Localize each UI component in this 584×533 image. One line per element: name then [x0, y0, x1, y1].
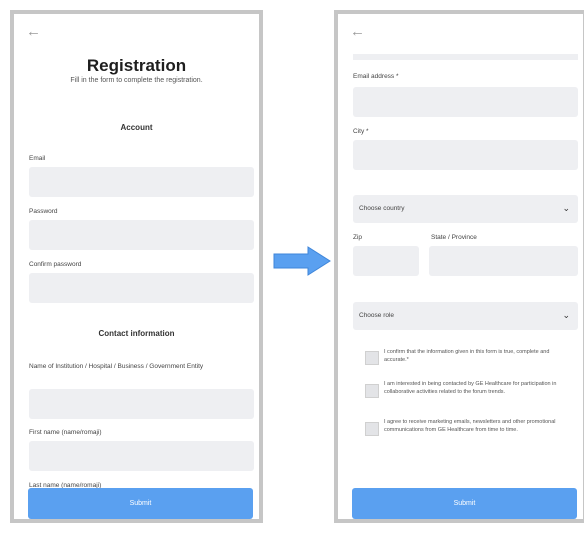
email-address-label: Email address * [353, 73, 399, 80]
submit-button[interactable]: Submit [28, 488, 253, 519]
state-label: State / Province [431, 234, 477, 241]
confirm-info-checkbox[interactable] [365, 351, 379, 365]
chevron-down-icon: ⌄ [562, 203, 570, 213]
email-label: Email [29, 155, 46, 162]
institution-label: Name of Institution / Hospital / Busines… [29, 363, 204, 370]
role-select[interactable]: Choose role ⌄ [353, 302, 578, 330]
page-subtitle: Fill in the form to complete the registr… [70, 77, 203, 84]
contact-consent-text: I am interested in being contacted by GE… [384, 381, 557, 395]
zip-field[interactable] [353, 246, 419, 276]
state-field[interactable] [429, 246, 578, 276]
confirm-password-field[interactable] [29, 273, 254, 303]
password-label: Password [29, 208, 58, 215]
contact-consent-checkbox[interactable] [365, 384, 379, 398]
marketing-consent-text: I agree to receive marketing emails, new… [384, 419, 556, 433]
city-label: City * [353, 128, 369, 135]
marketing-consent-checkbox[interactable] [365, 422, 379, 436]
page-title: Registration [86, 56, 187, 75]
country-select[interactable]: Choose country ⌄ [353, 195, 578, 223]
city-field[interactable] [353, 140, 578, 170]
first-name-field[interactable] [29, 441, 254, 471]
institution-field[interactable] [29, 389, 254, 419]
arrow-left-icon[interactable]: ← [26, 24, 44, 40]
submit-button[interactable]: Submit [352, 488, 577, 519]
first-name-label: First name (name/romaji) [29, 429, 102, 436]
registration-screen-left: ← Registration Fill in the form to compl… [10, 10, 263, 523]
email-address-field[interactable] [353, 87, 578, 117]
confirm-info-text: I confirm that the information given in … [384, 349, 550, 363]
email-field[interactable] [29, 167, 254, 197]
arrow-right-icon [273, 246, 331, 276]
contact-heading: Contact information [98, 329, 175, 338]
account-heading: Account [120, 123, 153, 132]
confirm-password-label: Confirm password [29, 261, 82, 268]
role-select-value: Choose role [359, 312, 395, 319]
password-field[interactable] [29, 220, 254, 250]
chevron-down-icon: ⌄ [562, 310, 570, 320]
zip-label: Zip [353, 234, 363, 241]
field-divider [353, 54, 578, 60]
country-select-value: Choose country [359, 205, 405, 212]
arrow-left-icon[interactable]: ← [350, 24, 368, 40]
registration-screen-right: ← Email address * City * Choose country … [334, 10, 584, 523]
